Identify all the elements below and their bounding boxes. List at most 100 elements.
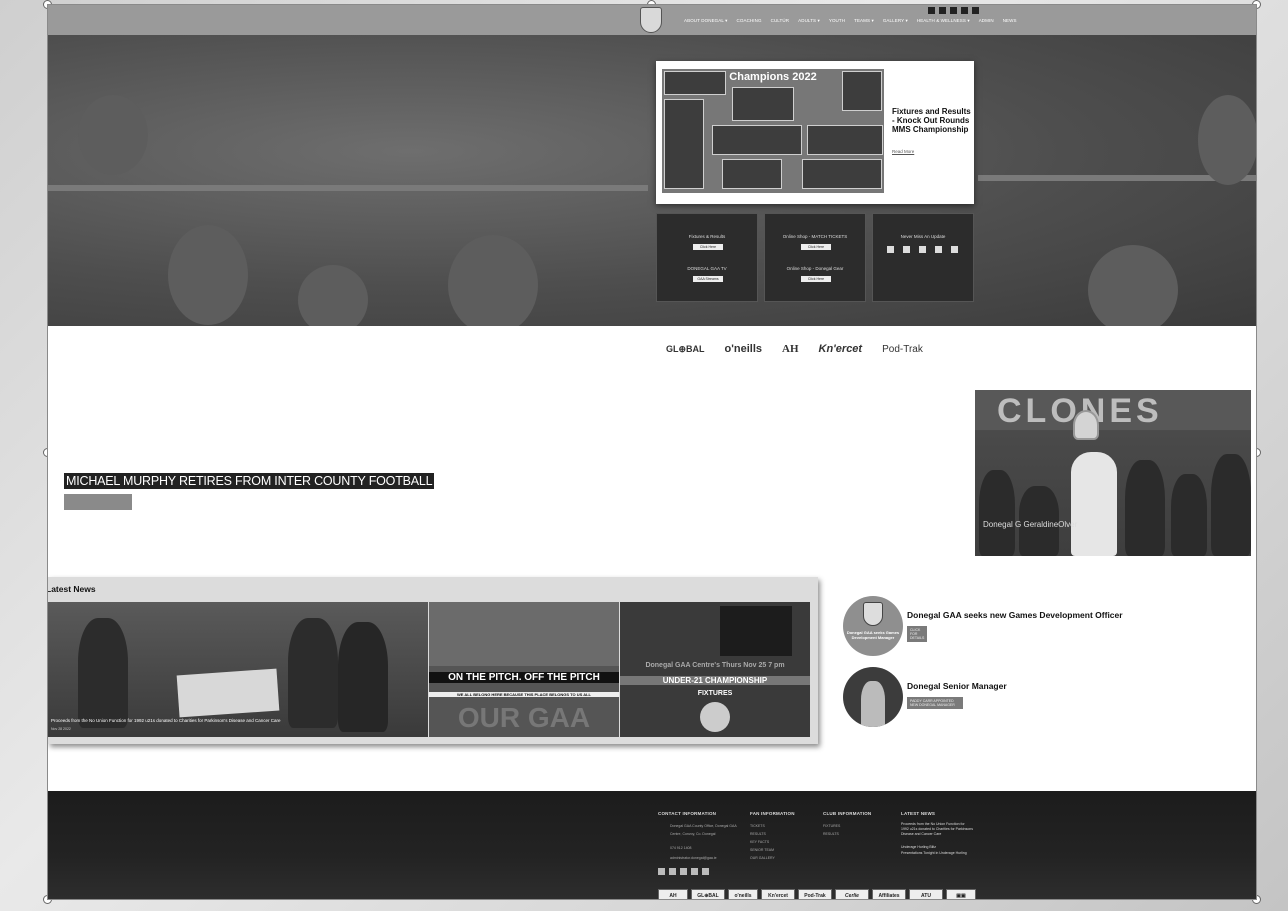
footer-sponsor-logo[interactable]: GL⊕BAL — [691, 889, 725, 899]
footer-sponsor-logo[interactable]: ATU — [909, 889, 943, 899]
featured-post-title[interactable]: Fixtures and Results - Knock Out Rounds … — [892, 107, 972, 134]
twitter-icon[interactable] — [669, 868, 676, 875]
side-news-title[interactable]: Donegal Senior Manager — [907, 681, 1167, 691]
site-footer: CONTACT INFORMATION Donegal GAA County O… — [48, 791, 1256, 899]
crowd-figure — [448, 235, 538, 326]
footer-sponsor-logo[interactable]: ▣▣ — [946, 889, 976, 899]
news-card-main[interactable]: Proceeds from the No Union Function for … — [48, 602, 428, 737]
murphy-headline[interactable]: MICHAEL MURPHY RETIRES FROM INTER COUNTY… — [64, 473, 435, 489]
footer-sponsor-logo[interactable]: Cerlie — [835, 889, 869, 899]
photo-caption: Donegal G GeraldineOlver — [983, 520, 1078, 529]
gaa-streams-button[interactable]: GAA Streams — [693, 276, 723, 282]
donegal-crest-logo[interactable] — [640, 7, 662, 33]
footer-link[interactable]: KEY FACTS — [750, 838, 795, 846]
footer-address: Donegal GAA County Office, Donegal GAA C… — [670, 824, 737, 836]
twitter-icon[interactable] — [939, 7, 946, 14]
news-card-pitch[interactable]: ON THE PITCH. OFF THE PITCH WE ALL BELON… — [429, 602, 619, 737]
nav-item-gallery[interactable]: GALLERY ▾ — [883, 18, 908, 24]
collage-photo — [842, 71, 882, 111]
news-card-fixtures[interactable]: Donegal GAA Centre's Thurs Nov 25 7 pm U… — [620, 602, 810, 737]
collage-photo — [664, 99, 704, 189]
footer-link[interactable]: RESULTS — [750, 830, 795, 838]
footer-news-link[interactable]: Underage Hurling Blitz — [901, 843, 973, 851]
read-more-link[interactable]: Read More — [892, 149, 914, 154]
sponsor-logo[interactable]: AH — [782, 343, 799, 355]
youtube-icon[interactable] — [702, 868, 709, 875]
footer-link[interactable]: SENIOR TEAM — [750, 846, 795, 854]
football-image — [700, 702, 730, 732]
main-nav: ABOUT DONEGAL ▾ COACHING CULTÚR ADULTS ▾… — [684, 18, 1017, 24]
side-news-title[interactable]: Donegal GAA seeks new Games Development … — [907, 610, 1167, 620]
champions-collage-image: Champions 2022 — [662, 69, 884, 193]
footer-link[interactable]: RESULTS — [823, 830, 871, 838]
crowd-figure — [78, 618, 128, 728]
header-social-links — [928, 7, 979, 14]
crowd-person — [1125, 460, 1165, 556]
nav-item-health[interactable]: HEALTH & WELLNESS ▾ — [917, 18, 970, 24]
fixtures-text: FIXTURES — [697, 690, 733, 697]
sponsor-logo[interactable]: Kn'ercet — [819, 343, 863, 355]
match-tickets-button[interactable]: Click Here — [801, 244, 831, 250]
crowd-figure — [298, 265, 368, 326]
collage-photo — [732, 87, 794, 121]
footer-phone[interactable]: 074 912 1408 — [658, 844, 738, 852]
read-more-button[interactable] — [64, 494, 132, 510]
footer-sponsor-logo[interactable]: o'neills — [728, 889, 758, 899]
pitch-slogan: ON THE PITCH. OFF THE PITCH — [429, 672, 619, 683]
footer-link[interactable]: OUR GALLERY — [750, 854, 795, 862]
sponsor-logo[interactable]: Pod-Trak — [882, 344, 923, 355]
facebook-icon[interactable] — [928, 7, 935, 14]
crowd-figure — [1088, 245, 1178, 326]
facebook-icon[interactable] — [658, 868, 665, 875]
footer-club-info: CLUB INFORMATION FIXTURES RESULTS — [823, 811, 871, 838]
footer-sponsor-logo[interactable]: Kn'ercet — [761, 889, 795, 899]
our-gaa-text: OUR GAA — [457, 702, 591, 733]
footer-sponsor-logo[interactable]: AH — [658, 889, 688, 899]
nav-item-admin[interactable]: ADMIN — [979, 18, 994, 24]
collage-photo — [712, 125, 802, 155]
footer-sponsor-logo[interactable]: Pod-Trak — [798, 889, 832, 899]
footer-link[interactable]: TICKETS — [750, 822, 795, 830]
nav-item-about[interactable]: ABOUT DONEGAL ▾ — [684, 18, 728, 24]
donegal-gear-button[interactable]: Click Here — [801, 276, 831, 282]
sponsor-logo[interactable]: GL⊕BAL — [666, 344, 705, 355]
footer-news-link[interactable]: Presentations Tonight in Underage Hurlin… — [901, 851, 973, 856]
linkedin-icon[interactable] — [691, 868, 698, 875]
nav-item-adults[interactable]: ADULTS ▾ — [798, 18, 820, 24]
news-caption[interactable]: Proceeds from the No Union Function for … — [51, 718, 280, 723]
website-page-capture: ABOUT DONEGAL ▾ COACHING CULTÚR ADULTS ▾… — [47, 4, 1257, 900]
crowd-figure — [78, 95, 148, 175]
crowd-figure — [338, 622, 388, 732]
tile-social-links — [887, 246, 958, 253]
youtube-icon[interactable] — [951, 246, 958, 253]
nav-item-teams[interactable]: TEAMS ▾ — [854, 18, 874, 24]
featured-post-card[interactable]: Champions 2022 Fixtures and Results - Kn… — [656, 61, 974, 204]
sponsor-logo[interactable]: o'neills — [725, 343, 762, 355]
footer-sponsor-logo[interactable]: Affiliates — [872, 889, 906, 899]
sliotar-image — [720, 606, 792, 656]
centre-event-text: Donegal GAA Centre's Thurs Nov 25 7 pm — [645, 662, 785, 669]
linkedin-icon[interactable] — [935, 246, 942, 253]
tile-label: Online Shop - MATCH TICKETS — [782, 234, 848, 239]
fixtures-click-button[interactable]: Click Here — [693, 244, 723, 250]
twitter-icon[interactable] — [903, 246, 910, 253]
footer-news-link[interactable]: Proceeds from the No Union Function for … — [901, 822, 973, 837]
side-news-button[interactable]: CLICK FOR DETAILS — [907, 626, 928, 642]
youtube-icon[interactable] — [972, 7, 979, 14]
nav-item-coaching[interactable]: COACHING — [737, 18, 762, 24]
instagram-icon[interactable] — [919, 246, 926, 253]
nav-item-news[interactable]: NEWS — [1003, 18, 1017, 24]
side-news-button[interactable]: PADDY CARR APPOINTED NEW DONEGAL MANAGER — [907, 697, 963, 709]
linkedin-icon[interactable] — [961, 7, 968, 14]
tile-label: Online Shop - Donegal Gear — [786, 266, 844, 271]
nav-item-youth[interactable]: YOUTH — [829, 18, 845, 24]
footer-link[interactable]: FIXTURES — [823, 822, 871, 830]
instagram-icon[interactable] — [950, 7, 957, 14]
footer-heading: FAN INFORMATION — [750, 811, 795, 816]
trophy — [1073, 410, 1099, 440]
footer-email[interactable]: administrator.donegal@gaa.ie — [658, 854, 738, 862]
instagram-icon[interactable] — [680, 868, 687, 875]
nav-item-cultur[interactable]: CULTÚR — [771, 18, 790, 24]
facebook-icon[interactable] — [887, 246, 894, 253]
crowd-person — [1211, 454, 1251, 556]
